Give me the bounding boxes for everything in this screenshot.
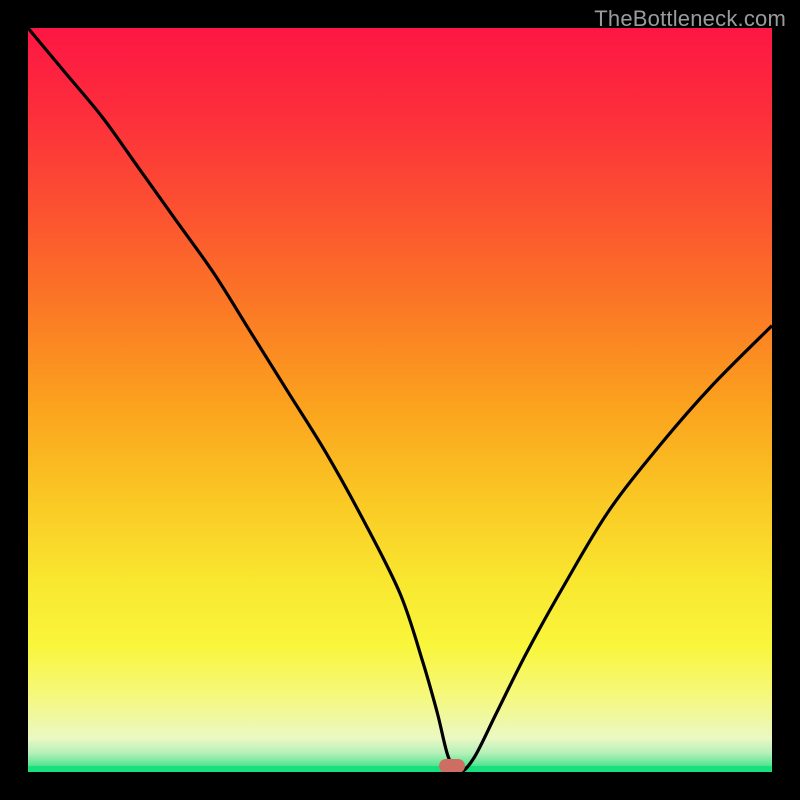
chart-frame: TheBottleneck.com	[0, 0, 800, 800]
minimum-marker	[439, 759, 465, 772]
bottleneck-curve	[28, 28, 772, 772]
plot-area	[28, 28, 772, 772]
watermark-text: TheBottleneck.com	[594, 6, 786, 32]
